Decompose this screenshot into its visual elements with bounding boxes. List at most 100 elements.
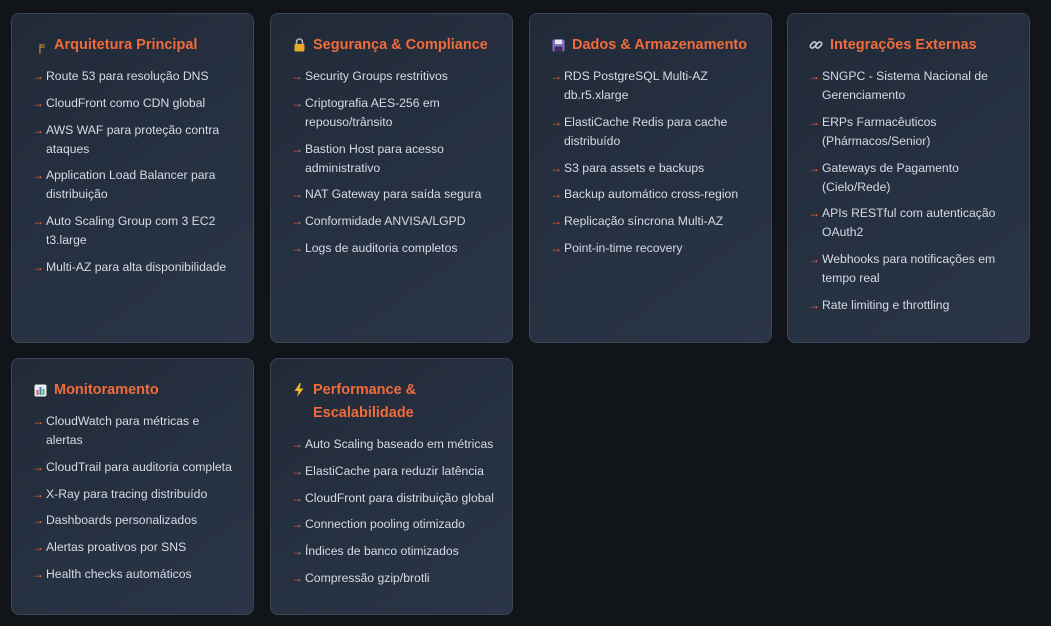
list-item-text: Route 53 para resolução DNS <box>46 69 209 83</box>
arrow-icon: → <box>32 95 44 110</box>
list-item-text: APIs RESTful com autenticação OAuth2 <box>822 206 996 240</box>
arrow-icon: → <box>550 114 562 129</box>
list-item: → CloudFront para distribuição global <box>291 489 494 508</box>
list-item: → Bastion Host para acesso administrativo <box>291 140 494 178</box>
list-item: → Rate limiting e throttling <box>808 296 1011 315</box>
card-title: Integrações Externas <box>808 34 1011 57</box>
list-item: → CloudTrail para auditoria completa <box>32 458 235 477</box>
list-item-text: Auto Scaling baseado em métricas <box>305 437 494 451</box>
list-item: → Replicação síncrona Multi-AZ <box>550 212 753 231</box>
list-item-text: Connection pooling otimizado <box>305 517 465 532</box>
list-item: → Auto Scaling baseado em métricas <box>291 435 494 454</box>
list-item: → Application Load Balancer para distribu… <box>32 166 235 204</box>
list-item-text: CloudTrail para auditoria completa <box>46 459 232 474</box>
arrow-icon: → <box>291 187 303 202</box>
list-item: → APIs RESTful com autenticação OAuth2 <box>808 204 1011 242</box>
item-list: → Auto Scaling baseado em métricas → Elast… <box>291 435 494 588</box>
card-title: Segurança & Compliance <box>291 34 494 57</box>
item-list: → RDS PostgreSQL Multi-AZ db.r5.xlarge → E… <box>550 67 753 258</box>
list-item-text: Application Load Balancer para distribui… <box>46 168 216 202</box>
arrow-icon: → <box>32 69 44 83</box>
list-item: → Auto Scaling Group com 3 EC2 t3.large <box>32 212 235 250</box>
card-monitoramento: Monitoramento → CloudWatch para métricas … <box>11 358 254 615</box>
card-title: Monitoramento <box>32 379 235 402</box>
list-item: → NAT Gateway para saída segura <box>291 185 494 204</box>
arrow-icon: → <box>550 214 562 229</box>
item-list: → SNGPC - Sistema Nacional de Gerenciamen… <box>808 67 1011 315</box>
list-item-text: Multi-AZ para alta disponibilidade <box>46 259 227 274</box>
arrow-icon: → <box>291 69 303 83</box>
list-item-text: ElastiCache para reduzir latência <box>305 463 484 478</box>
arrow-icon: → <box>291 544 303 559</box>
arrow-icon: → <box>291 490 303 505</box>
list-item-text: Backup automático cross-region <box>564 187 739 202</box>
arrow-icon: → <box>291 570 303 585</box>
list-item-text: Rate limiting e throttling <box>822 297 950 312</box>
list-item: → Criptografia AES-256 em repouso/trânsit… <box>291 94 494 132</box>
list-item-text: Logs de auditoria completos <box>305 240 458 255</box>
arrow-icon: → <box>32 459 44 474</box>
list-item-text: S3 para assets e backups <box>564 160 705 175</box>
list-item: → Webhooks para notificações em tempo rea… <box>808 250 1011 288</box>
arrow-icon: → <box>808 114 820 129</box>
card-title: Performance & Escalabilidade <box>291 379 494 425</box>
list-item: → CloudWatch para métricas e alertas <box>32 412 235 450</box>
item-list: → Route 53 para resolução DNS → CloudFront… <box>32 67 235 277</box>
list-item-text: X-Ray para tracing distribuído <box>46 486 208 501</box>
arrow-icon: → <box>550 240 562 255</box>
architecture-grid: ╒ Arquitetura Principal → Route 53 para r… <box>0 0 1051 626</box>
card-arquitetura-principal: ╒ Arquitetura Principal → Route 53 para r… <box>11 13 254 343</box>
list-item-text: Webhooks para notificações em tempo real <box>822 252 996 286</box>
card-seguranca-compliance: Segurança & Compliance → Security Groups … <box>270 13 513 343</box>
arrow-icon: → <box>32 513 44 528</box>
list-item-text: RDS PostgreSQL Multi-AZ db.r5.xlarge <box>564 69 708 102</box>
bar-chart-icon <box>32 379 48 402</box>
list-item-text: Auto Scaling Group com 3 EC2 t3.large <box>46 214 216 248</box>
arrow-icon: → <box>32 214 44 229</box>
list-item: → ElastiCache para reduzir latência <box>291 462 494 481</box>
arrow-icon: → <box>808 252 820 267</box>
list-item-text: ElastiCache Redis para cache distribuído <box>564 114 728 148</box>
item-list: → CloudWatch para métricas e alertas → Clo… <box>32 412 235 584</box>
list-item: → Multi-AZ para alta disponibilidade <box>32 258 235 277</box>
list-item-text: CloudWatch para métricas e alertas <box>46 414 200 447</box>
list-item: → SNGPC - Sistema Nacional de Gerenciamen… <box>808 67 1011 105</box>
list-item: → Gateways de Pagamento (Cielo/Rede) <box>808 159 1011 197</box>
list-item-text: Bastion Host para acesso administrativo <box>305 141 444 175</box>
arrow-icon: → <box>808 69 820 83</box>
list-item: → Point-in-time recovery <box>550 239 753 258</box>
arrow-icon: → <box>291 463 303 478</box>
list-item-text: NAT Gateway para saída segura <box>305 187 482 202</box>
list-item-text: Health checks automáticos <box>46 566 192 581</box>
arrow-icon: → <box>32 122 44 137</box>
list-item: → CloudFront como CDN global <box>32 94 235 113</box>
list-item-text: AWS WAF para proteção contra ataques <box>46 122 220 156</box>
list-item-text: Conformidade ANVISA/LGPD <box>305 214 466 229</box>
card-dados-armazenamento: Dados & Armazenamento → RDS PostgreSQL Mu… <box>529 13 772 343</box>
list-item-text: Replicação síncrona Multi-AZ <box>564 214 724 229</box>
arrow-icon: → <box>291 437 303 451</box>
list-item: → Security Groups restritivos <box>291 67 494 86</box>
list-item: → Route 53 para resolução DNS <box>32 67 235 86</box>
card-title-text: Dados & Armazenamento <box>572 37 748 53</box>
arrow-icon: → <box>291 240 303 255</box>
card-title-text: Monitoramento <box>54 382 159 398</box>
link-icon <box>808 34 824 57</box>
arrow-icon: → <box>32 168 44 183</box>
list-item-text: CloudFront para distribuição global <box>305 490 495 505</box>
list-item: → Dashboards personalizados <box>32 511 235 530</box>
list-item: → Backup automático cross-region <box>550 185 753 204</box>
list-item-text: ERPs Farmacêuticos (Phármacos/Senior) <box>822 114 937 148</box>
card-title-text: Arquitetura Principal <box>54 37 198 53</box>
card-title-text: Integrações Externas <box>830 37 977 53</box>
list-item: → RDS PostgreSQL Multi-AZ db.r5.xlarge <box>550 67 753 105</box>
list-item-text: Criptografia AES-256 em repouso/trânsito <box>305 95 440 129</box>
arrow-icon: → <box>32 259 44 274</box>
arrow-icon: → <box>291 141 303 156</box>
list-item-text: Point-in-time recovery <box>564 240 683 255</box>
arrow-icon: → <box>32 486 44 501</box>
arrow-icon: → <box>291 214 303 229</box>
arrow-icon: → <box>808 206 820 221</box>
arrow-icon: → <box>32 566 44 581</box>
list-item: → AWS WAF para proteção contra ataques <box>32 121 235 159</box>
